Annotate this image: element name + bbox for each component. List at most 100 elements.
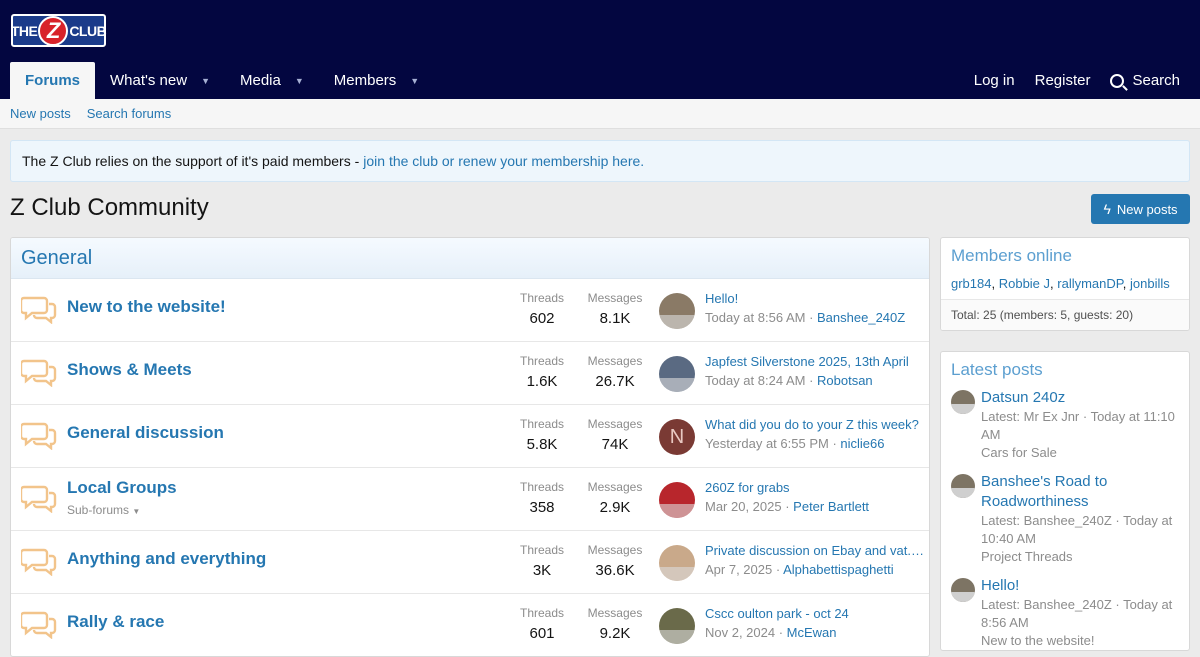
members-online-title[interactable]: Members online <box>941 238 1189 274</box>
forum-category-general: General New to the website! Threads 602 Mes… <box>10 237 930 657</box>
avatar[interactable] <box>951 390 975 414</box>
latest-post-title[interactable]: Hello! <box>705 291 925 306</box>
latest-post-title[interactable]: What did you do to your Z this week? <box>705 417 925 432</box>
threads-count: 601 <box>529 625 555 642</box>
new-posts-link[interactable]: New posts <box>10 106 71 121</box>
nav-tab-whats-new[interactable]: What's new ▼ <box>95 62 225 99</box>
members-online-block: Members online grb184, Robbie J, rallyma… <box>940 237 1190 331</box>
notice-text: The Z Club relies on the support of it's… <box>22 153 360 169</box>
forum-node-title[interactable]: Local Groups <box>67 478 177 498</box>
search-link[interactable]: Search <box>1100 62 1190 99</box>
register-link[interactable]: Register <box>1025 62 1101 99</box>
avatar[interactable] <box>659 545 695 581</box>
forum-node-title[interactable]: Shows & Meets <box>67 360 192 380</box>
latest-post-title[interactable]: Cscc oulton park - oct 24 <box>705 606 925 621</box>
site-header: THE Z CLUB <box>0 0 1200 62</box>
messages-count: 26.7K <box>595 373 635 390</box>
messages-label: Messages <box>587 606 643 620</box>
nav-tab-forums[interactable]: Forums <box>10 62 96 99</box>
threads-count: 602 <box>529 310 555 327</box>
sub-nav: New posts Search forums <box>0 99 1200 129</box>
nav-tab-label: What's new <box>110 72 188 89</box>
latest-post: 260Z for grabs Mar 20, 2025 · Peter Bartl… <box>705 480 925 514</box>
threads-label: Threads <box>519 480 565 494</box>
member-link[interactable]: grb184 <box>951 276 991 291</box>
nav-tab-label: Media <box>240 72 281 89</box>
latest-post-user[interactable]: Banshee_240Z <box>817 310 905 325</box>
forum-node: Rally & race Threads 601 Messages 9.2K Cscc o… <box>11 594 929 656</box>
threads-stat: Threads 5.8K <box>507 417 577 453</box>
latest-post-user[interactable]: McEwan <box>787 625 837 640</box>
avatar[interactable] <box>951 474 975 498</box>
latest-post-user[interactable]: Alphabettispaghetti <box>783 562 894 577</box>
member-link[interactable]: rallymanDP <box>1057 276 1123 291</box>
latest-post-title[interactable]: Japfest Silverstone 2025, 13th April <box>705 354 925 369</box>
member-link[interactable]: Robbie J <box>999 276 1050 291</box>
forum-node-title[interactable]: Rally & race <box>67 612 164 632</box>
latest-post-title[interactable]: 260Z for grabs <box>705 480 925 495</box>
forum-node-title[interactable]: New to the website! <box>67 297 226 317</box>
avatar[interactable] <box>659 608 695 644</box>
logo-z-badge: Z <box>38 15 69 46</box>
membership-link[interactable]: join the club or renew your membership h… <box>363 153 644 169</box>
search-forums-link[interactable]: Search forums <box>87 106 172 121</box>
subforums-label: Sub-forums <box>67 503 130 517</box>
avatar[interactable] <box>951 578 975 602</box>
forum-node-title[interactable]: General discussion <box>67 423 224 443</box>
members-online-list: grb184, Robbie J, rallymanDP, jonbills <box>941 274 1189 299</box>
latest-post-meta: Latest: Mr Ex Jnr · Today at 11:10 AM <box>981 409 1175 442</box>
latest-post-title[interactable]: Banshee's Road to Roadworthiness <box>981 472 1179 512</box>
latest-posts-block: Latest posts Datsun 240z Latest: Mr Ex Jn… <box>940 351 1190 651</box>
avatar[interactable] <box>659 356 695 392</box>
messages-label: Messages <box>587 480 643 494</box>
chevron-down-icon[interactable]: ▼ <box>410 76 419 86</box>
avatar[interactable] <box>659 482 695 518</box>
site-logo[interactable]: THE Z CLUB <box>11 14 107 47</box>
chevron-down-icon[interactable]: ▼ <box>201 76 210 86</box>
latest-post-forum[interactable]: New to the website! <box>981 632 1179 650</box>
latest-post-user[interactable]: Peter Bartlett <box>793 499 869 514</box>
login-link[interactable]: Log in <box>964 62 1025 99</box>
latest-post-forum[interactable]: Project Threads <box>981 548 1179 566</box>
forum-node: Shows & Meets Threads 1.6K Messages 26.7K Jap… <box>11 342 929 405</box>
latest-post: Japfest Silverstone 2025, 13th April Toda… <box>705 354 925 388</box>
threads-label: Threads <box>519 354 565 368</box>
latest-post-title[interactable]: Hello! <box>981 576 1179 596</box>
nav-tab-members[interactable]: Members ▼ <box>319 62 434 99</box>
messages-stat: Messages 2.9K <box>580 480 650 516</box>
latest-post: Private discussion on Ebay and vat. ... A… <box>705 543 925 577</box>
latest-post-user[interactable]: Robotsan <box>817 373 873 388</box>
latest-post-forum[interactable]: Cars for Sale <box>981 444 1179 462</box>
new-posts-button[interactable]: ϟ New posts <box>1091 194 1190 224</box>
messages-label: Messages <box>587 291 643 305</box>
latest-post-meta: Today at 8:24 AM · Robotsan <box>705 373 873 388</box>
forum-node: Anything and everything Threads 3K Messages… <box>11 531 929 594</box>
member-link[interactable]: jonbills <box>1130 276 1170 291</box>
category-header[interactable]: General <box>11 238 929 279</box>
messages-stat: Messages 26.7K <box>580 354 650 390</box>
messages-count: 9.2K <box>599 625 631 642</box>
messages-stat: Messages 74K <box>580 417 650 453</box>
latest-posts-title[interactable]: Latest posts <box>941 352 1189 388</box>
subforums-toggle[interactable]: Sub-forums ▼ <box>67 503 140 517</box>
chevron-down-icon[interactable]: ▼ <box>295 76 304 86</box>
threads-stat: Threads 1.6K <box>507 354 577 390</box>
chat-bubbles-icon <box>19 546 57 577</box>
chat-bubbles-icon <box>19 420 57 451</box>
avatar[interactable]: N <box>659 419 695 455</box>
latest-post-item: Hello! Latest: Banshee_240Z · Today at 8:… <box>941 576 1189 650</box>
messages-stat: Messages 36.6K <box>580 543 650 579</box>
latest-post-user[interactable]: niclie66 <box>840 436 884 451</box>
messages-count: 2.9K <box>599 499 631 516</box>
separator: , <box>991 276 999 291</box>
nav-tab-label: Members <box>333 72 397 89</box>
latest-post-title[interactable]: Private discussion on Ebay and vat. ... <box>705 543 925 558</box>
latest-post-title[interactable]: Datsun 240z <box>981 388 1179 408</box>
latest-post-meta: Apr 7, 2025 · Alphabettispaghetti <box>705 562 894 577</box>
forum-node-title[interactable]: Anything and everything <box>67 549 266 569</box>
bolt-icon: ϟ <box>1103 201 1111 217</box>
nav-tab-media[interactable]: Media ▼ <box>225 62 319 99</box>
latest-post-time: Mar 20, 2025 <box>705 499 782 514</box>
avatar[interactable] <box>659 293 695 329</box>
latest-post-meta: Nov 2, 2024 · McEwan <box>705 625 837 640</box>
